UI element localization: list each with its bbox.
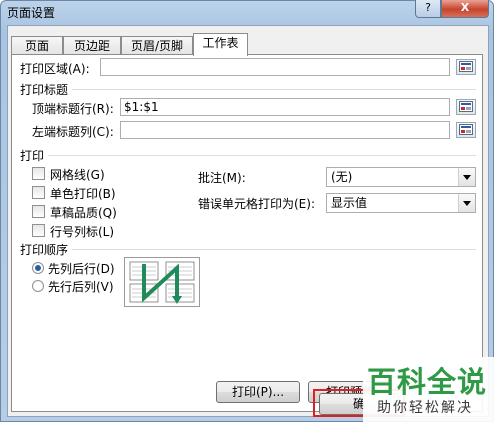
black-and-white-checkbox[interactable] [32,186,45,199]
draft-quality-checkbox[interactable] [32,205,45,218]
over-then-down-label: 先行后列(V) [48,280,114,294]
page-order-heading: 打印顺序 [20,243,69,257]
tab-sheet[interactable]: 工作表 [193,33,248,56]
cell-errors-value: 显示值 [331,196,368,210]
watermark-brand: 百科全说 [367,365,488,399]
print-titles-heading: 打印标题 [20,83,69,97]
comments-value: (无) [331,170,353,184]
down-then-over-radio[interactable] [32,262,44,274]
tab-header-footer[interactable]: 页眉/页脚 [121,36,193,55]
row-col-headings-checkbox[interactable] [32,224,45,237]
chevron-down-icon[interactable] [458,194,475,212]
rows-to-repeat-input[interactable]: $1:$1 [120,98,450,116]
columns-to-repeat-input[interactable] [120,121,450,139]
over-then-down-radio[interactable] [32,280,44,292]
page-setup-dialog: 页面设置 ? X 页面 页边距 页眉/页脚 工作表 打印区域(A): 打印标题 … [0,0,494,423]
page-order-diagram-icon [129,261,195,304]
range-select-icon [459,101,473,112]
divider [48,155,476,156]
cell-errors-label: 错误单元格打印为(E): [198,197,315,211]
print-area-label: 打印区域(A): [20,62,90,76]
divider [72,89,476,90]
print-area-collapse-button[interactable] [456,59,476,75]
close-button[interactable]: X [441,0,489,18]
row-col-headings-label: 行号列标(L) [50,225,115,239]
range-select-icon [459,61,473,72]
title-bar[interactable]: 页面设置 ? X [1,0,494,25]
comments-label: 批注(M): [198,171,246,185]
print-heading: 打印 [20,149,45,163]
print-area-input[interactable] [100,58,450,76]
gridlines-checkbox[interactable] [32,167,45,180]
columns-to-repeat-label: 左端标题列(C): [32,125,114,139]
print-button[interactable]: 打印(P)... [216,381,300,403]
range-select-icon [459,124,473,135]
tab-page[interactable]: 页面 [11,36,63,55]
tab-margins[interactable]: 页边距 [63,36,121,55]
comments-select[interactable]: (无) [326,167,476,187]
cell-errors-select[interactable]: 显示值 [326,193,476,213]
rows-to-repeat-label: 顶端标题行(R): [32,102,114,116]
dialog-title: 页面设置 [7,6,56,20]
rows-collapse-button[interactable] [456,99,476,115]
help-button[interactable]: ? [415,0,441,18]
chevron-down-icon[interactable] [458,168,475,186]
gridlines-label: 网格线(G) [50,168,105,182]
divider [72,249,476,250]
columns-collapse-button[interactable] [456,122,476,138]
watermark: 百科全说 助你轻松解决 [363,357,494,423]
down-then-over-label: 先列后行(D) [48,262,115,276]
watermark-subtitle: 助你轻松解决 [377,400,473,416]
black-and-white-label: 单色打印(B) [50,187,116,201]
draft-quality-label: 草稿品质(Q) [50,206,117,220]
page-order-preview [124,257,200,307]
